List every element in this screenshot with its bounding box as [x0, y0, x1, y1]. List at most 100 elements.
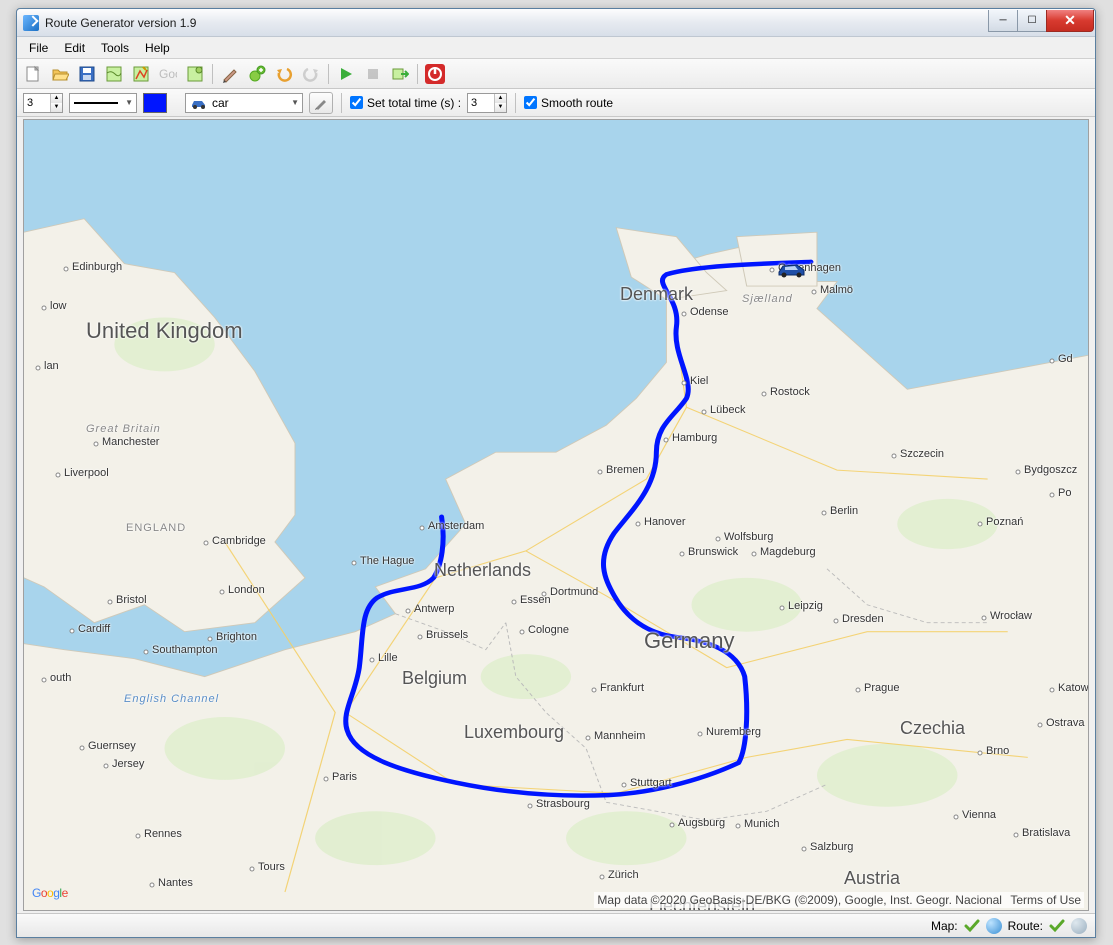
globe-icon[interactable] [1071, 918, 1087, 934]
city-dot [56, 473, 61, 478]
city-dot [702, 410, 707, 415]
check-icon [964, 918, 980, 934]
menu-tools[interactable]: Tools [93, 39, 137, 57]
generate-icon[interactable] [388, 62, 412, 86]
city-dot [698, 732, 703, 737]
city-label: Brighton [216, 631, 257, 643]
google-maps-icon[interactable]: Google [156, 62, 180, 86]
save-icon[interactable] [75, 62, 99, 86]
city-label: Magdeburg [760, 546, 816, 558]
vehicle-combo[interactable]: car [185, 93, 303, 113]
city-label: Jersey [112, 758, 144, 770]
route-color-swatch[interactable] [143, 93, 167, 113]
city-dot [36, 366, 41, 371]
region-label: Sjælland [742, 293, 793, 305]
maximize-button[interactable]: ☐ [1017, 10, 1047, 32]
city-label: Paris [332, 771, 357, 783]
redo-icon[interactable] [299, 62, 323, 86]
city-dot [80, 746, 85, 751]
city-label: Odense [690, 306, 729, 318]
separator [515, 93, 516, 113]
city-label: Lübeck [710, 404, 745, 416]
pen-width-input[interactable] [24, 94, 50, 112]
power-icon[interactable] [423, 62, 447, 86]
city-dot [70, 629, 75, 634]
undo-icon[interactable] [272, 62, 296, 86]
smooth-route-checkbox[interactable] [524, 96, 537, 109]
city-dot [406, 609, 411, 614]
import-gpx-icon[interactable] [129, 62, 153, 86]
minimize-button[interactable]: ─ [988, 10, 1018, 32]
city-label: Dresden [842, 613, 884, 625]
close-button[interactable]: ✕ [1046, 10, 1094, 32]
set-total-time-checkbox[interactable] [350, 96, 363, 109]
smooth-route-label: Smooth route [541, 96, 613, 110]
city-dot [680, 552, 685, 557]
city-dot [204, 541, 209, 546]
city-label: Gd [1058, 353, 1073, 365]
add-point-icon[interactable] [245, 62, 269, 86]
import-map-icon[interactable] [102, 62, 126, 86]
svg-text:Google: Google [159, 67, 177, 81]
country-label: United Kingdom [86, 318, 243, 344]
city-label: Cologne [528, 624, 569, 636]
check-icon [1049, 918, 1065, 934]
globe-icon[interactable] [986, 918, 1002, 934]
city-dot [592, 688, 597, 693]
options-toolbar: ▲▼ car Set total time (s) : ▲▼ Smooth ro… [17, 89, 1095, 117]
menu-file[interactable]: File [21, 39, 56, 57]
city-dot [978, 522, 983, 527]
city-dot [834, 619, 839, 624]
city-dot [822, 511, 827, 516]
city-label: Rennes [144, 828, 182, 840]
city-label: Amsterdam [428, 520, 484, 532]
city-dot [1050, 688, 1055, 693]
city-dot [542, 592, 547, 597]
spinner-buttons[interactable]: ▲▼ [50, 94, 62, 112]
titlebar[interactable]: Route Generator version 1.9 ─ ☐ ✕ [17, 9, 1095, 37]
spinner-buttons[interactable]: ▲▼ [494, 94, 506, 112]
city-dot [1050, 359, 1055, 364]
status-route-label: Route: [1008, 919, 1043, 933]
terms-link[interactable]: Terms of Use [1010, 893, 1081, 907]
city-label: Salzburg [810, 841, 853, 853]
pen-width-spinner[interactable]: ▲▼ [23, 93, 63, 113]
menu-help[interactable]: Help [137, 39, 178, 57]
city-dot [736, 824, 741, 829]
draw-mode-icon[interactable] [218, 62, 242, 86]
city-label: Katow [1058, 682, 1089, 694]
city-label: Kiel [690, 375, 708, 387]
city-label: Bratislava [1022, 827, 1070, 839]
city-dot [682, 381, 687, 386]
city-dot [220, 590, 225, 595]
edit-vehicle-button[interactable] [309, 92, 333, 114]
set-total-time-label: Set total time (s) : [367, 96, 461, 110]
city-label: Poznań [986, 516, 1023, 528]
map-canvas[interactable]: United KingdomNetherlandsBelgiumGermanyD… [23, 119, 1089, 911]
city-dot [150, 883, 155, 888]
play-icon[interactable] [334, 62, 358, 86]
city-dot [770, 268, 775, 273]
app-window: Route Generator version 1.9 ─ ☐ ✕ File E… [16, 8, 1096, 938]
city-label: Lille [378, 652, 398, 664]
city-dot [892, 454, 897, 459]
open-icon[interactable] [48, 62, 72, 86]
city-dot [812, 290, 817, 295]
line-style-combo[interactable] [69, 93, 137, 113]
line-sample [74, 102, 118, 104]
city-label: Wolfsburg [724, 531, 773, 543]
city-dot [42, 306, 47, 311]
city-label: Szczecin [900, 448, 944, 460]
new-icon[interactable] [21, 62, 45, 86]
city-dot [682, 312, 687, 317]
set-total-time-row: Set total time (s) : [350, 96, 461, 110]
stop-icon[interactable] [361, 62, 385, 86]
vehicle-marker [777, 262, 807, 278]
preferences-icon[interactable] [183, 62, 207, 86]
country-label: Netherlands [434, 560, 531, 581]
city-dot [670, 823, 675, 828]
city-label: Cambridge [212, 535, 266, 547]
total-time-input[interactable] [468, 94, 494, 112]
total-time-spinner[interactable]: ▲▼ [467, 93, 507, 113]
menu-edit[interactable]: Edit [56, 39, 93, 57]
